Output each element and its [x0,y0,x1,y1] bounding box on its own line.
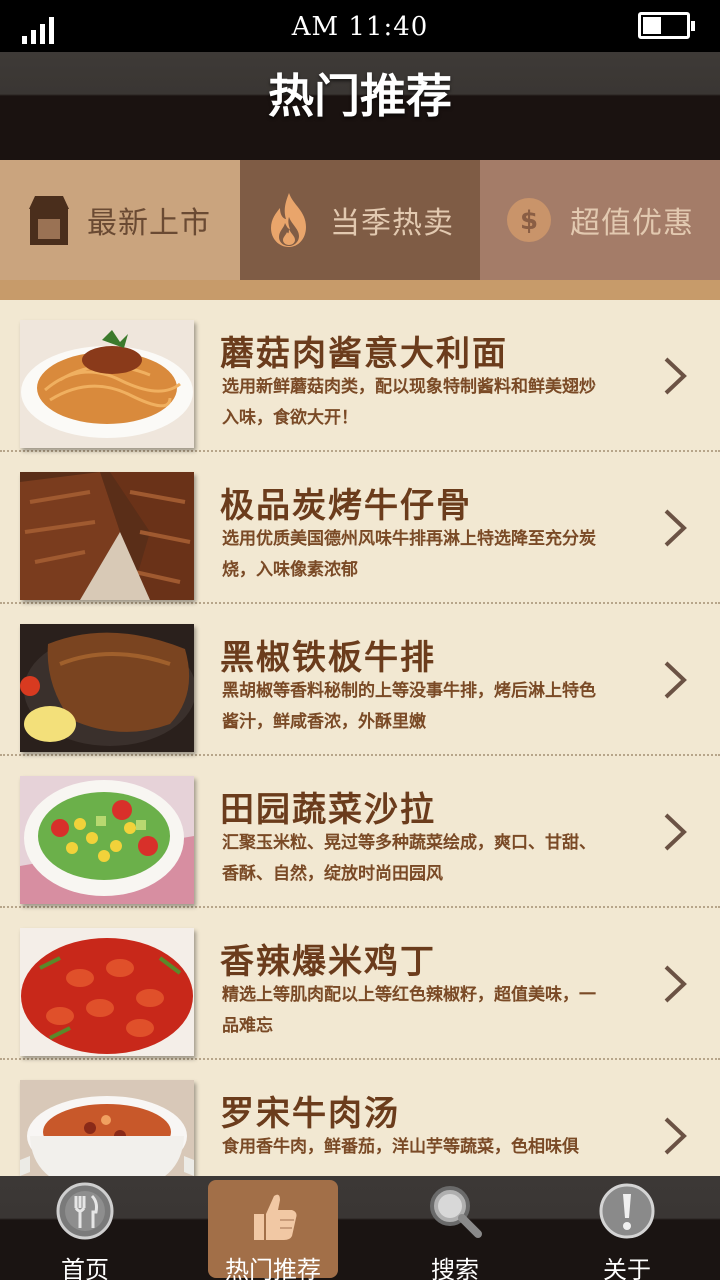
tab-seasonal-hot[interactable]: 当季热卖 [240,160,480,280]
tab-label: 最新上市 [87,206,211,241]
item-name: 香辣爆米鸡丁 [220,942,436,982]
tab-label: 超值优惠 [570,206,694,241]
nav-home[interactable]: 首页 [20,1176,150,1280]
chevron-right-icon[interactable] [660,508,690,548]
tab-strip [0,280,720,300]
nav-label: 搜索 [431,1256,479,1280]
item-description: 精选上等肌肉配以上等红色辣椒籽，超值美味，一品难忘 [222,985,596,1036]
chevron-right-icon[interactable] [660,964,690,1004]
item-name: 蘑菇肉酱意大利面 [220,334,508,374]
item-description: 食用香牛肉，鲜番茄，洋山芋等蔬菜，色相味俱 [222,1137,579,1157]
item-name: 极品炭烤牛仔骨 [220,486,472,526]
food-image-spicy-chicken [20,928,194,1056]
page-title: 热门推荐 [268,69,452,123]
food-image-steak [20,624,194,752]
tab-new-arrivals[interactable]: 最新上市 [0,160,240,280]
nav-label: 关于 [603,1256,651,1280]
exclamation-icon [599,1183,655,1239]
list-item[interactable]: 蘑菇肉酱意大利面 选用新鲜蘑菇肉类，配以现象特制酱料和鲜美翅炒入味，食欲大开！ [0,300,720,452]
item-name: 罗宋牛肉汤 [220,1094,400,1134]
item-description: 汇聚玉米粒、晃过等多种蔬菜绘成，爽口、甘甜、香酥、自然，绽放时尚田园风 [222,833,596,884]
magnifier-icon [430,1186,482,1238]
store-icon [29,196,69,245]
chevron-right-icon[interactable] [660,356,690,396]
item-name: 黑椒铁板牛排 [220,638,436,678]
chevron-right-icon[interactable] [660,660,690,700]
chevron-right-icon[interactable] [660,1116,690,1156]
nav-search[interactable]: 搜索 [390,1176,520,1280]
chevron-right-icon[interactable] [660,812,690,852]
item-description: 选用优质美国德州风味牛排再淋上特选降至充分炭烧，入味像素浓郁 [222,529,596,580]
list-item[interactable]: 田园蔬菜沙拉 汇聚玉米粒、晃过等多种蔬菜绘成，爽口、甘甜、香酥、自然，绽放时尚田… [0,756,720,908]
tab-great-deals[interactable]: $ 超值优惠 [480,160,720,280]
list-item[interactable]: 香辣爆米鸡丁 精选上等肌肉配以上等红色辣椒籽，超值美味，一品难忘 [0,908,720,1060]
bottom-tab-bar: 首页 热门推荐 搜索 关于 [0,1176,720,1280]
menu-list[interactable]: 蘑菇肉酱意大利面 选用新鲜蘑菇肉类，配以现象特制酱料和鲜美翅炒入味，食欲大开！ … [0,300,720,1176]
status-time: AM 11:40 [291,12,429,42]
nav-about[interactable]: 关于 [562,1176,692,1280]
flame-icon [271,193,306,247]
list-item[interactable]: 极品炭烤牛仔骨 选用优质美国德州风味牛排再淋上特选降至充分炭烧，入味像素浓郁 [0,452,720,604]
svg-text:$: $ [520,206,538,236]
status-bar: AM 11:40 [0,0,720,52]
item-description: 选用新鲜蘑菇肉类，配以现象特制酱料和鲜美翅炒入味，食欲大开！ [222,377,596,428]
food-image-salad [20,776,194,904]
header: 热门推荐 [0,52,720,160]
nav-label: 首页 [61,1256,109,1280]
list-item[interactable]: 罗宋牛肉汤 食用香牛肉，鲜番茄，洋山芋等蔬菜，色相味俱 [0,1060,720,1176]
thumbs-up-icon [254,1194,297,1240]
item-name: 田园蔬菜沙拉 [220,790,436,830]
food-image-beef-soup [20,1080,194,1176]
battery-icon [638,12,695,39]
fork-knife-icon [56,1182,114,1240]
tab-label: 当季热卖 [330,206,454,241]
list-item[interactable]: 黑椒铁板牛排 黑胡椒等香料秘制的上等没事牛排，烤后淋上特色酱汁，鲜咸香浓，外酥里… [0,604,720,756]
category-tabs: 最新上市 当季热卖 $ 超值优惠 [0,160,720,280]
nav-label: 热门推荐 [225,1256,321,1280]
item-description: 黑胡椒等香料秘制的上等没事牛排，烤后淋上特色酱汁，鲜咸香浓，外酥里嫩 [222,681,596,732]
nav-hot-recommend[interactable]: 热门推荐 [208,1180,338,1280]
food-image-ribs [20,472,194,600]
food-image-pasta [20,320,194,448]
dollar-coin-icon: $ [507,198,551,242]
